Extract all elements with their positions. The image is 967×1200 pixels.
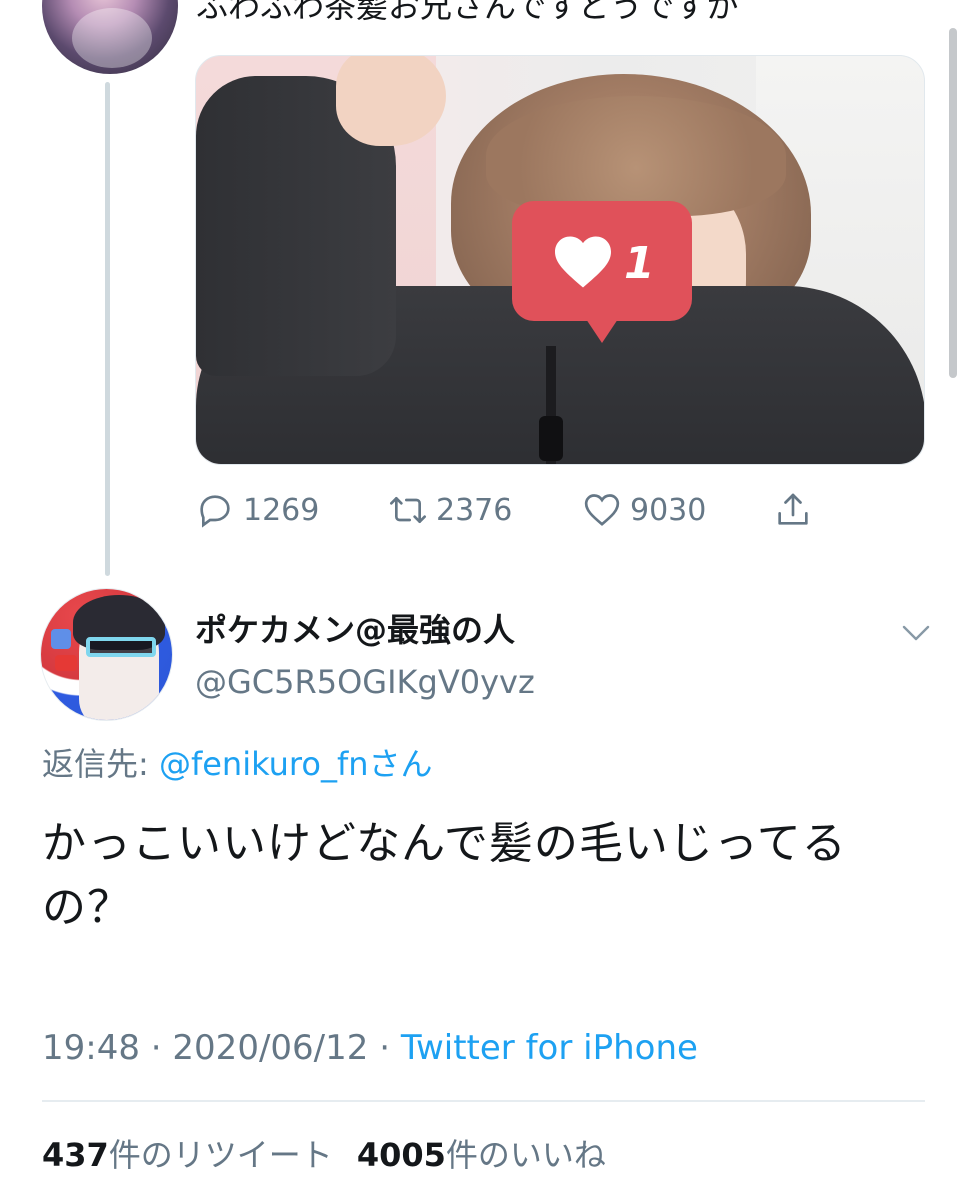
like-icon bbox=[584, 494, 620, 526]
parent-tweet-text: ふわふわ茶髪お兄さんですどうですか bbox=[196, 0, 739, 25]
meta-separator: · bbox=[368, 1028, 401, 1068]
tweet-time: 19:48 bbox=[42, 1028, 140, 1068]
likes-label: 件のいいね bbox=[445, 1136, 606, 1174]
sticker-count: 1 bbox=[624, 238, 655, 289]
tweet-media-image[interactable]: 1 bbox=[195, 55, 925, 465]
chevron-down-icon[interactable] bbox=[898, 618, 934, 648]
retweets-label: 件のリツイート bbox=[108, 1136, 333, 1174]
share-icon bbox=[778, 493, 808, 525]
like-button[interactable]: 9030 bbox=[582, 488, 706, 532]
tweet-action-bar: 1269 2376 9030 bbox=[195, 488, 835, 532]
meta-separator: · bbox=[139, 1028, 173, 1068]
share-button[interactable] bbox=[773, 488, 813, 532]
heart-icon bbox=[555, 236, 611, 288]
like-count: 9030 bbox=[630, 492, 707, 528]
tweet-text: かっこいいけどなんで髪の毛いじってるの？ bbox=[42, 818, 847, 933]
author-avatar[interactable] bbox=[40, 588, 173, 721]
reply-to-mention[interactable]: @fenikuro_fn bbox=[159, 745, 369, 783]
reply-button[interactable]: 1269 bbox=[195, 488, 319, 532]
author-display-name[interactable]: ポケカメン@最強の人 bbox=[195, 608, 515, 652]
reply-icon bbox=[200, 495, 230, 528]
likes-stat[interactable]: 4005件のいいね bbox=[357, 1136, 606, 1174]
retweet-count: 2376 bbox=[436, 492, 513, 528]
parent-avatar[interactable] bbox=[42, 0, 178, 74]
tweet-date: 2020/06/12 bbox=[172, 1028, 369, 1068]
retweet-button[interactable]: 2376 bbox=[388, 488, 512, 532]
tweet-source-link[interactable]: Twitter for iPhone bbox=[401, 1028, 698, 1068]
likes-count: 4005 bbox=[356, 1136, 446, 1174]
thread-line bbox=[105, 82, 110, 576]
retweets-stat[interactable]: 437件のリツイート bbox=[42, 1136, 333, 1174]
author-handle[interactable]: @GC5R5OGIKgV0yvz bbox=[195, 660, 535, 704]
scrollbar[interactable] bbox=[949, 28, 957, 378]
tweet-detail-screen: ふわふわ茶髪お兄さんですどうですか 1 1269 2376 9030 ポケカメン… bbox=[0, 0, 967, 1200]
retweet-icon bbox=[390, 497, 426, 523]
reply-to-label: 返信先: bbox=[42, 745, 159, 783]
tweet-stats: 437件のリツイート 4005件のいいね bbox=[42, 1133, 606, 1177]
divider bbox=[42, 1100, 925, 1102]
reply-to-suffix[interactable]: さん bbox=[369, 745, 433, 783]
tweet-meta: 19:48 · 2020/06/12 · Twitter for iPhone bbox=[42, 1026, 698, 1070]
reply-count: 1269 bbox=[243, 492, 320, 528]
reply-to-line: 返信先: @fenikuro_fnさん bbox=[42, 742, 433, 786]
like-sticker: 1 bbox=[512, 201, 692, 351]
retweets-count: 437 bbox=[42, 1136, 109, 1174]
